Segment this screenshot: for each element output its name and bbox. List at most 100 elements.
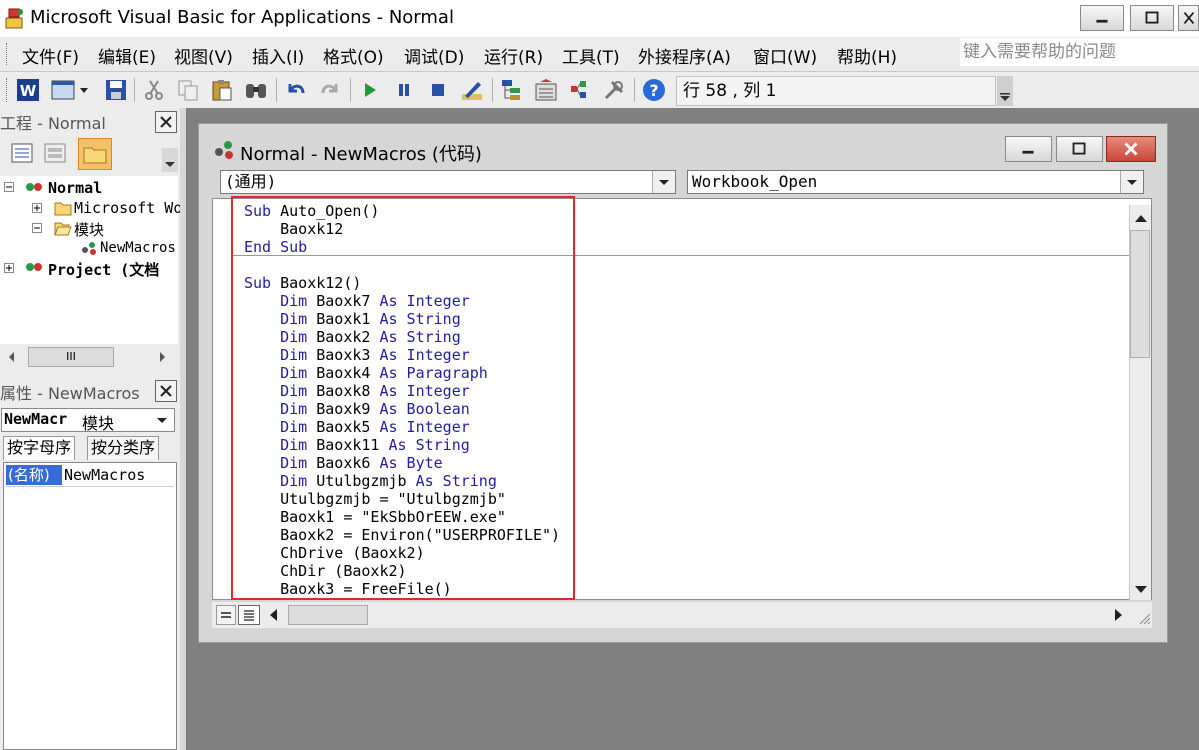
procedure-combo-value: Workbook_Open [692, 172, 818, 191]
code-minimize-button[interactable] [1005, 136, 1052, 162]
break-icon[interactable] [392, 78, 416, 102]
object-select[interactable]: NewMacr 模块 [1, 408, 175, 433]
menu-edit[interactable]: 编辑(E) [98, 43, 156, 68]
save-icon[interactable] [104, 78, 128, 102]
help-search-input[interactable]: 键入需要帮助的问题 [960, 38, 1199, 66]
resize-grip-icon[interactable] [1136, 610, 1152, 626]
toolbar-separator [276, 78, 277, 102]
scroll-down-icon[interactable] [1132, 580, 1150, 600]
toolbar-separator [134, 78, 135, 102]
menu-window[interactable]: 窗口(W) [753, 43, 817, 68]
tree-item-normal[interactable]: Normal [48, 179, 102, 197]
redo-icon[interactable] [318, 78, 342, 102]
code-window-title: Normal - NewMacros (代码) [240, 144, 482, 165]
toolbar-options-button[interactable] [997, 76, 1013, 106]
tree-item-document-project[interactable]: Project (文档 [48, 259, 159, 280]
menu-insert[interactable]: 插入(I) [252, 43, 304, 68]
chevron-down-icon [165, 162, 175, 167]
object-combo-dropdown[interactable] [652, 171, 675, 193]
open-folder-icon [54, 222, 72, 236]
menu-file[interactable]: 文件(F) [22, 43, 79, 68]
toolbar-grip[interactable] [6, 78, 10, 102]
object-name: NewMacr [4, 410, 68, 428]
expand-icon[interactable] [32, 203, 42, 213]
code-close-button[interactable] [1106, 136, 1156, 162]
collapse-icon[interactable] [32, 223, 42, 233]
full-module-view-button[interactable] [238, 605, 260, 625]
menu-view[interactable]: 视图(V) [174, 43, 233, 68]
menu-debug[interactable]: 调试(D) [404, 43, 464, 68]
reset-icon[interactable] [426, 78, 450, 102]
full-module-view-icon [244, 610, 254, 621]
procedure-combo-dropdown[interactable] [1120, 171, 1143, 193]
scroll-right-icon[interactable] [158, 350, 168, 364]
scroll-up-icon[interactable] [1132, 208, 1150, 228]
menu-tools[interactable]: 工具(T) [562, 43, 620, 68]
properties-pane-close-button[interactable] [155, 380, 177, 402]
folder-icon [83, 147, 107, 164]
property-name-value[interactable]: NewMacros [64, 465, 145, 485]
property-name-key[interactable]: (名称) [6, 465, 62, 485]
help-icon[interactable]: ? [642, 78, 666, 102]
toolbar-separator [634, 78, 635, 102]
svg-text:?: ? [649, 81, 658, 100]
scroll-right-icon[interactable] [1108, 605, 1128, 625]
menu-addins[interactable]: 外接程序(A) [638, 43, 731, 68]
paste-icon[interactable] [210, 78, 234, 102]
procedure-combo[interactable]: Workbook_Open [687, 170, 1144, 194]
design-mode-icon[interactable] [460, 78, 484, 102]
cursor-position-display: 行 58 , 列 1 [676, 76, 996, 106]
project-toolbar-overflow[interactable] [162, 148, 178, 172]
properties-icon[interactable] [534, 78, 558, 102]
tab-alphabetic[interactable]: 按字母序 [3, 436, 76, 460]
scroll-left-icon[interactable] [264, 605, 284, 625]
scroll-left-icon[interactable] [6, 350, 16, 364]
restore-button[interactable] [1130, 5, 1174, 31]
minimize-button[interactable] [1080, 5, 1124, 31]
toolbar-separator [350, 78, 351, 102]
menu-run[interactable]: 运行(R) [484, 43, 543, 68]
undo-icon[interactable] [284, 78, 308, 102]
toggle-folders-button[interactable] [78, 138, 112, 170]
close-button[interactable] [1178, 5, 1199, 31]
toolbox-icon[interactable] [602, 78, 626, 102]
window-title: Microsoft Visual Basic for Applications … [30, 7, 454, 28]
chevron-down-icon [1000, 93, 1010, 101]
project-scroll-thumb[interactable]: III [28, 347, 114, 367]
folder-icon [54, 202, 72, 216]
project-explorer-icon[interactable] [500, 78, 524, 102]
chevron-down-icon [1127, 180, 1137, 185]
copy-icon[interactable] [176, 78, 200, 102]
properties-pane-title: 属性 - NewMacros [0, 384, 140, 403]
run-icon[interactable] [358, 78, 382, 102]
vba-app-icon [5, 8, 23, 29]
insert-userform-icon[interactable] [50, 78, 90, 102]
project-pane-close-button[interactable] [155, 111, 177, 133]
object-combo-value: (通用) [225, 172, 277, 191]
code-horizontal-scroll-thumb[interactable] [288, 605, 368, 625]
code-restore-button[interactable] [1056, 136, 1103, 162]
pane-splitter[interactable] [180, 108, 186, 750]
tree-item-modules[interactable]: 模块 [74, 219, 104, 240]
tree-item-newmacros[interactable]: NewMacros [100, 240, 176, 256]
project-pane-title: 工程 - Normal [0, 114, 106, 133]
properties-grid [3, 462, 177, 750]
view-object-icon[interactable] [43, 142, 67, 164]
procedure-view-button[interactable] [216, 605, 236, 625]
code-scroll-thumb[interactable] [1130, 230, 1150, 358]
object-combo[interactable]: (通用) [220, 170, 676, 194]
tab-categorized[interactable]: 按分类序 [87, 436, 160, 460]
menu-grip[interactable] [6, 43, 10, 65]
find-icon[interactable] [244, 78, 268, 102]
collapse-icon[interactable] [4, 182, 14, 192]
chevron-down-icon [157, 418, 167, 423]
menu-format[interactable]: 格式(O) [323, 43, 384, 68]
word-icon[interactable]: W [16, 78, 40, 102]
menu-help[interactable]: 帮助(H) [837, 43, 897, 68]
close-icon [1124, 142, 1138, 156]
expand-icon[interactable] [4, 263, 14, 273]
tree-item-word-objects[interactable]: Microsoft Wo [74, 199, 182, 217]
cut-icon[interactable] [142, 78, 166, 102]
object-browser-icon[interactable] [568, 78, 592, 102]
view-code-icon[interactable] [10, 142, 34, 164]
